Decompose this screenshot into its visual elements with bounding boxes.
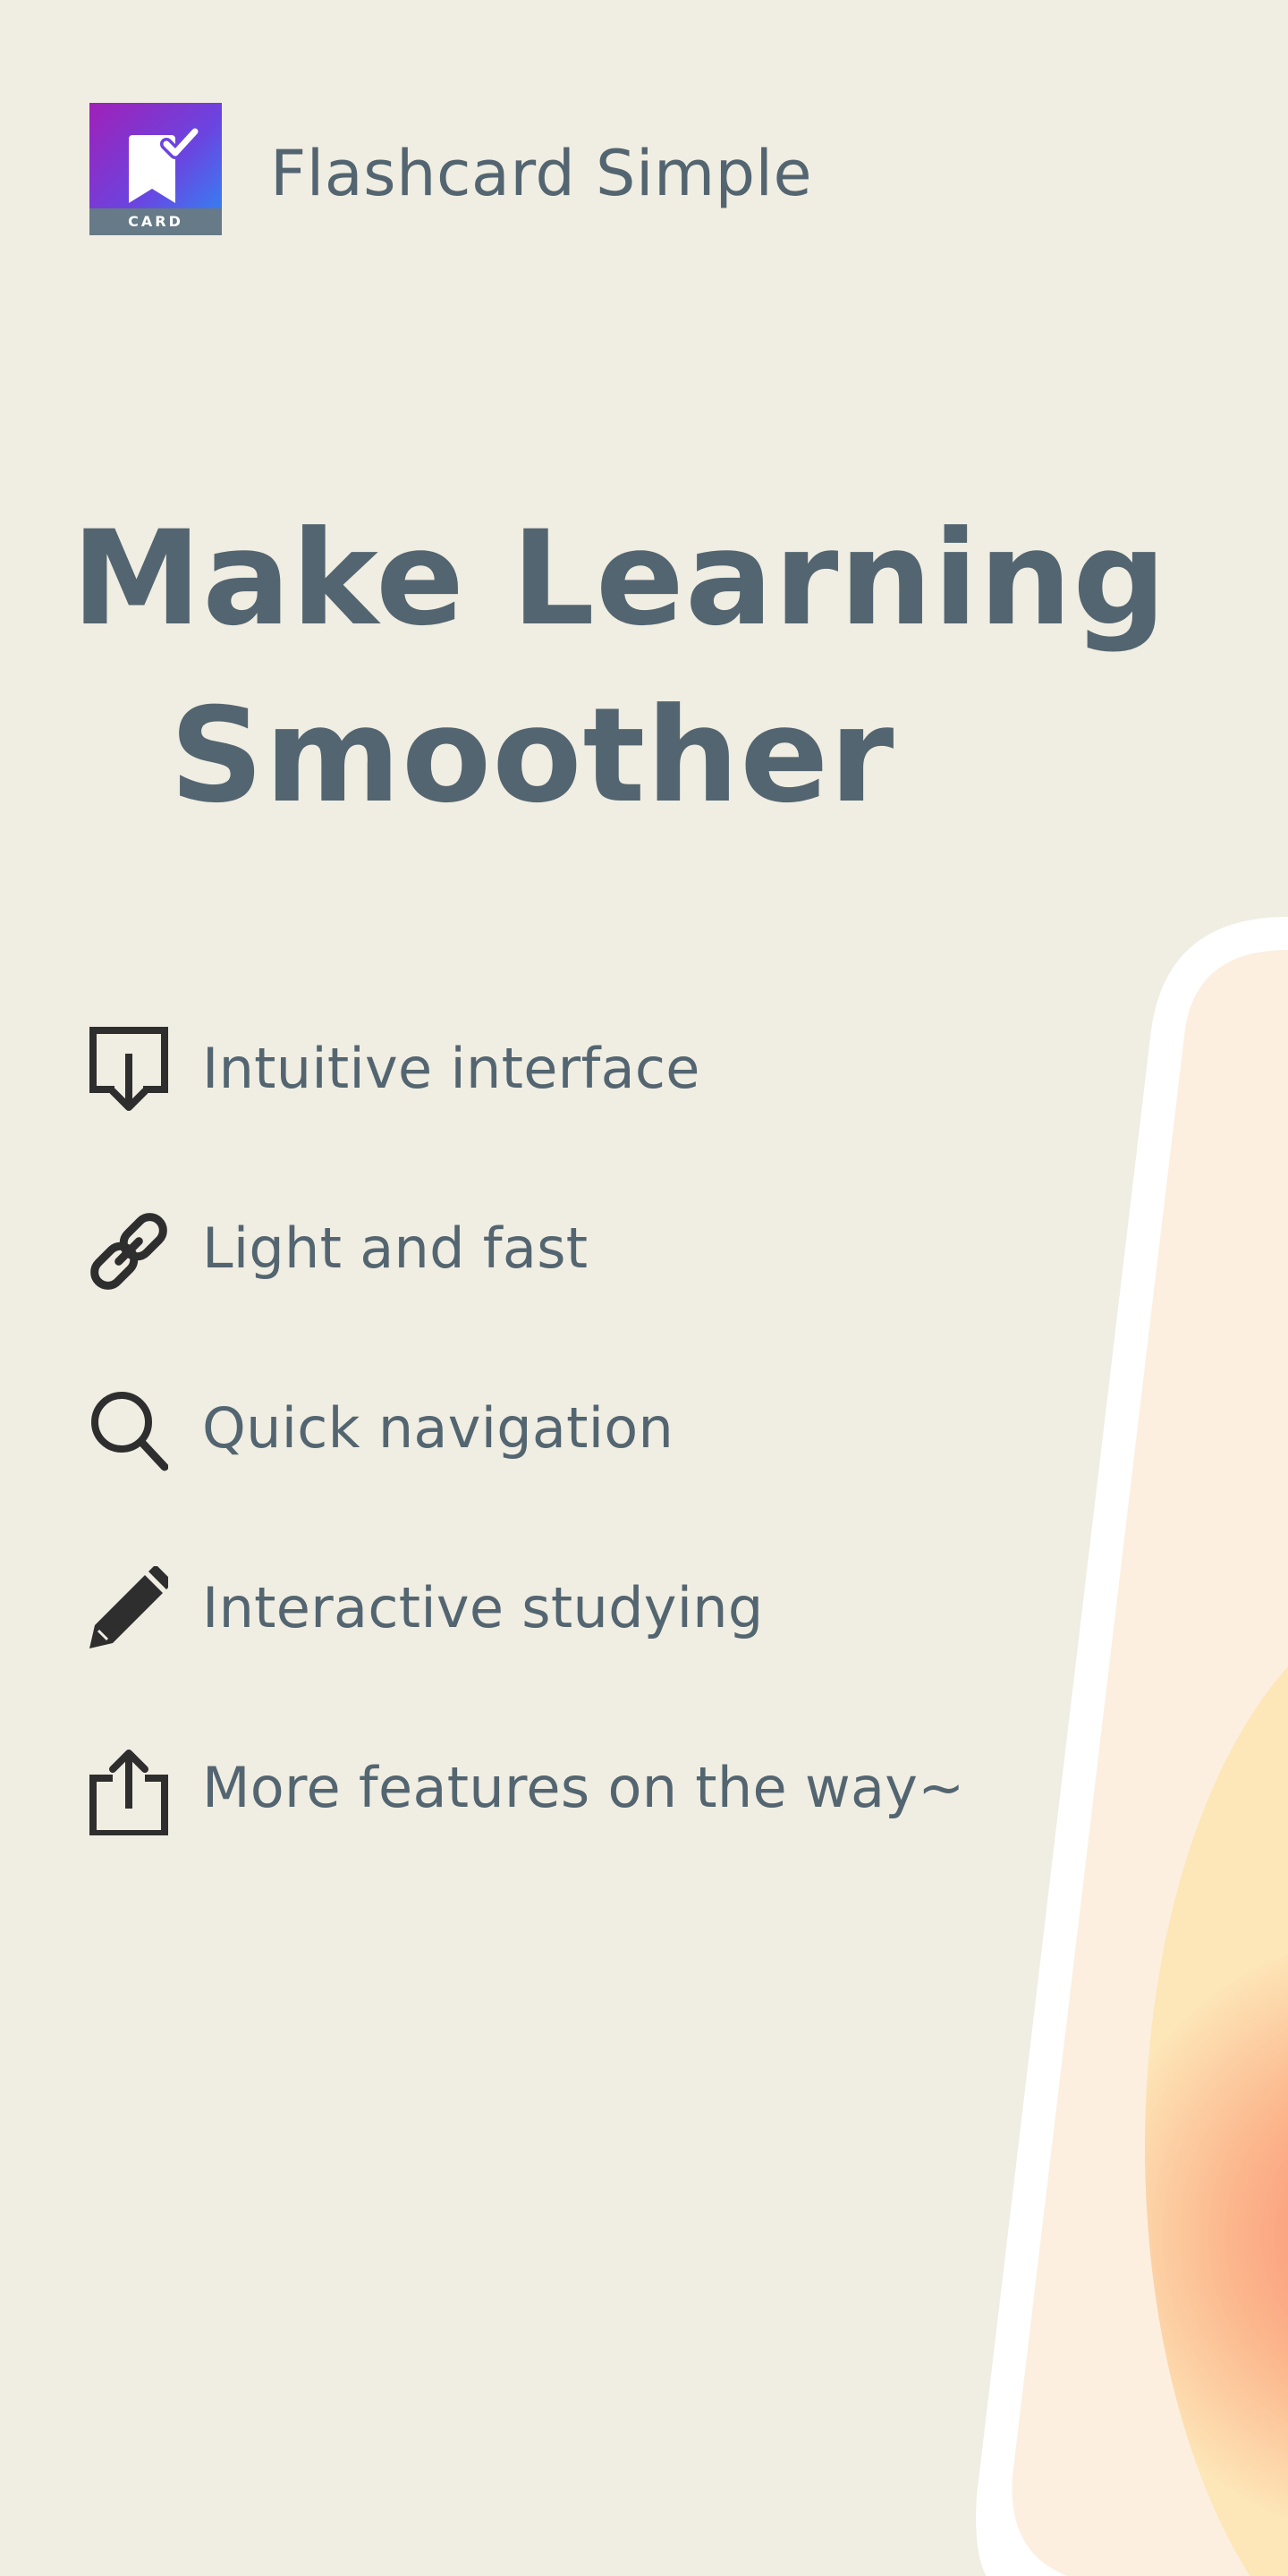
search-icon xyxy=(89,1386,168,1476)
link-icon xyxy=(89,1207,168,1296)
feature-item-light-and-fast: Light and fast xyxy=(89,1199,984,1379)
feature-label: Intuitive interface xyxy=(202,1036,700,1101)
feature-item-intuitive-interface: Intuitive interface xyxy=(89,1020,984,1199)
headline-line-1: Make Learning xyxy=(72,503,1167,655)
feature-item-quick-navigation: Quick navigation xyxy=(89,1379,984,1559)
share-icon xyxy=(89,1746,168,1835)
phone-screen-blob xyxy=(1145,1592,1288,2576)
app-name: Flashcard Simple xyxy=(270,137,813,210)
feature-label: More features on the way~ xyxy=(202,1755,965,1820)
phone-frame xyxy=(976,917,1288,2576)
feature-item-interactive-studying: Interactive studying xyxy=(89,1559,984,1739)
phone-screen xyxy=(1012,950,1288,2576)
headline: Make Learning Smoother xyxy=(72,490,1167,844)
download-box-icon xyxy=(89,1027,168,1116)
feature-item-more-features: More features on the way~ xyxy=(89,1739,984,1919)
feature-label: Light and fast xyxy=(202,1216,589,1281)
feature-list: Intuitive interface Light and fast Quick… xyxy=(89,1020,984,1919)
app-logo-icon: CARD xyxy=(89,103,222,235)
app-logo-badge: CARD xyxy=(89,208,222,235)
promo-page: CARD Flashcard Simple Make Learning Smoo… xyxy=(0,0,1288,2576)
feature-label: Quick navigation xyxy=(202,1395,674,1461)
headline-line-2: Smoother xyxy=(169,680,895,832)
pencil-icon xyxy=(89,1566,168,1656)
feature-label: Interactive studying xyxy=(202,1575,764,1640)
